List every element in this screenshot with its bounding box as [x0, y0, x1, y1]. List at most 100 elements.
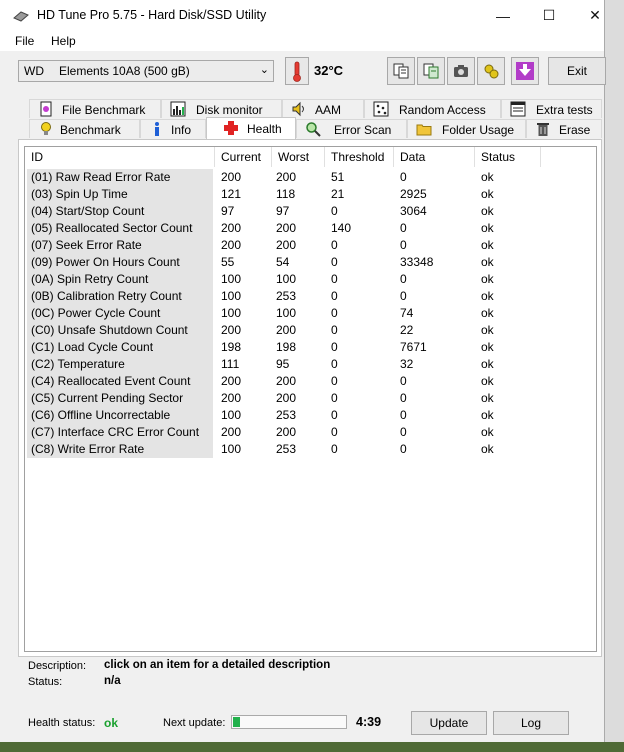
options-button[interactable] [477, 57, 505, 85]
cell-threshold: 0 [331, 204, 338, 218]
next-update-label: Next update: [163, 717, 226, 729]
cell-worst: 200 [276, 221, 297, 235]
menu-help[interactable]: Help [51, 34, 76, 48]
save-button[interactable] [511, 57, 539, 85]
thermometer-icon [293, 61, 301, 82]
cell-threshold: 0 [331, 340, 338, 354]
cell-threshold: 0 [331, 374, 338, 388]
cell-status: ok [481, 187, 494, 201]
menu-file[interactable]: File [15, 34, 34, 48]
cell-data: 0 [400, 238, 407, 252]
tab-label: Erase [559, 123, 591, 137]
cell-threshold: 0 [331, 408, 338, 422]
temperature-value: 32°C [314, 63, 344, 78]
close-button[interactable]: ✕ [572, 0, 618, 31]
minimize-button[interactable]: — [480, 0, 526, 31]
cell-threshold: 21 [331, 187, 345, 201]
cell-id: (C2) Temperature [27, 356, 213, 373]
cell-current: 200 [221, 170, 242, 184]
column-header-data[interactable]: Data [394, 147, 475, 167]
copy-text-icon [423, 63, 439, 79]
cell-threshold: 0 [331, 391, 338, 405]
cell-data: 32 [400, 357, 414, 371]
tab-label: Health [247, 122, 282, 136]
cell-worst: 253 [276, 442, 297, 456]
column-header-threshold[interactable]: Threshold [325, 147, 394, 167]
cell-status: ok [481, 391, 494, 405]
options-icon [484, 64, 499, 79]
cell-status: ok [481, 357, 494, 371]
drive-name: Elements 10A8 (500 gB) [59, 64, 190, 78]
tab-label: Extra tests [536, 103, 593, 117]
cell-current: 200 [221, 323, 242, 337]
smart-table[interactable]: ID Current Worst Threshold Data Status (… [24, 146, 597, 652]
camera-icon [454, 65, 468, 77]
tab-aam[interactable]: AAM [282, 99, 364, 118]
cell-id: (05) Reallocated Sector Count [27, 220, 213, 237]
cell-current: 100 [221, 442, 242, 456]
tab-extra-tests[interactable]: Extra tests [501, 99, 602, 118]
cell-worst: 200 [276, 374, 297, 388]
description-value: click on an item for a detailed descript… [104, 659, 331, 671]
cell-current: 111 [221, 357, 240, 371]
cell-status: ok [481, 170, 494, 184]
cell-worst: 200 [276, 425, 297, 439]
cell-threshold: 0 [331, 238, 338, 252]
tab-folder-usage[interactable]: Folder Usage [407, 119, 526, 138]
next-update-progress [231, 715, 347, 729]
tab-erase[interactable]: Erase [526, 119, 602, 138]
trash-icon [537, 123, 549, 136]
cell-threshold: 0 [331, 442, 338, 456]
tab-random-access[interactable]: Random Access [364, 99, 501, 118]
tab-disk-monitor[interactable]: Disk monitor [161, 99, 282, 118]
tab-health[interactable]: Health [206, 117, 296, 139]
title-bar[interactable]: HD Tune Pro 5.75 - Hard Disk/SSD Utility… [0, 0, 604, 31]
cell-data: 0 [400, 289, 407, 303]
tab-file-benchmark[interactable]: File Benchmark [29, 99, 161, 118]
cell-data: 2925 [400, 187, 427, 201]
cell-worst: 95 [276, 357, 290, 371]
cell-status: ok [481, 408, 494, 422]
tab-label: Disk monitor [196, 103, 263, 117]
extra-tests-icon [510, 101, 526, 117]
drive-select[interactable]: WD Elements 10A8 (500 gB) ⌄ [18, 60, 274, 82]
cell-status: ok [481, 238, 494, 252]
log-button[interactable]: Log [493, 711, 569, 735]
copy-text-button[interactable] [417, 57, 445, 85]
cell-data: 0 [400, 374, 407, 388]
tab-benchmark[interactable]: Benchmark [29, 119, 140, 138]
cell-worst: 200 [276, 391, 297, 405]
cell-data: 0 [400, 425, 407, 439]
cell-threshold: 0 [331, 289, 338, 303]
maximize-button[interactable]: ☐ [526, 0, 572, 31]
cell-id: (0B) Calibration Retry Count [27, 288, 213, 305]
tab-error-scan[interactable]: Error Scan [296, 119, 407, 138]
cell-current: 100 [221, 289, 242, 303]
cell-current: 200 [221, 238, 242, 252]
status-label: Status: [28, 676, 63, 688]
cell-worst: 118 [276, 187, 296, 201]
cell-status: ok [481, 255, 494, 269]
cell-current: 55 [221, 255, 235, 269]
folder-icon [416, 124, 432, 136]
tab-info[interactable]: Info [140, 119, 206, 138]
cell-id: (07) Seek Error Rate [27, 237, 213, 254]
cell-id: (C8) Write Error Rate [27, 441, 213, 458]
column-header-status[interactable]: Status [475, 147, 541, 167]
thermometer-button[interactable] [285, 57, 309, 85]
screenshot-button[interactable] [447, 57, 475, 85]
exit-button[interactable]: Exit [548, 57, 606, 85]
column-header-id[interactable]: ID [25, 147, 215, 167]
app-window: HD Tune Pro 5.75 - Hard Disk/SSD Utility… [0, 0, 606, 742]
cell-status: ok [481, 272, 494, 286]
copy-info-button[interactable] [387, 57, 415, 85]
column-header-worst[interactable]: Worst [272, 147, 325, 167]
column-header-current[interactable]: Current [215, 147, 272, 167]
cell-id: (09) Power On Hours Count [27, 254, 213, 271]
description-label: Description: [28, 660, 87, 672]
cell-current: 100 [221, 272, 242, 286]
cell-threshold: 51 [331, 170, 345, 184]
update-button[interactable]: Update [411, 711, 487, 735]
cell-current: 200 [221, 425, 242, 439]
cell-current: 200 [221, 374, 242, 388]
